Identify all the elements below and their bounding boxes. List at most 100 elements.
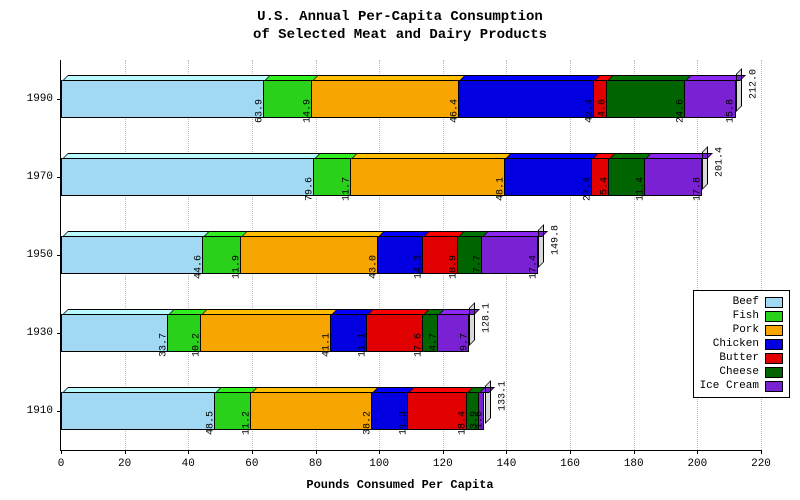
bar-segment-pork: 46.4 <box>312 80 460 118</box>
x-tick-label: 80 <box>309 458 322 470</box>
x-tick <box>188 450 189 454</box>
legend-swatch <box>765 297 783 308</box>
legend-item: Ice Cream <box>700 379 783 393</box>
legend-swatch <box>765 325 783 336</box>
bar-segment-chicken: 42.4 <box>459 80 594 118</box>
bar-segment-chicken: 14.3 <box>378 236 424 274</box>
bar-row: 44.611.943.014.310.97.717.4 <box>61 236 538 274</box>
bar-segment-ice-cream: 9.7 <box>438 314 469 352</box>
legend-label: Chicken <box>713 338 759 350</box>
bar-segment-fish: 11.7 <box>314 158 351 196</box>
row-total-label: 133.1 <box>497 381 508 411</box>
row-total-label: 128.1 <box>481 303 492 333</box>
legend-item: Cheese <box>700 365 783 379</box>
bar-segment-fish: 14.9 <box>264 80 311 118</box>
row-total-label: 201.4 <box>714 147 725 177</box>
gridline <box>570 60 571 450</box>
y-tick-label: 1970 <box>21 171 53 183</box>
bar-segment-butter: 10.9 <box>423 236 458 274</box>
bar-end-cap <box>485 380 491 424</box>
bar-segment-beef: 33.7 <box>61 314 168 352</box>
x-tick <box>125 450 126 454</box>
x-tick <box>443 450 444 454</box>
legend-swatch <box>765 311 783 322</box>
bar-segment-fish: 11.2 <box>215 392 251 430</box>
legend: Beef Fish Pork Chicken Butter Cheese Ice Cream <box>693 290 790 398</box>
legend-swatch <box>765 339 783 350</box>
bar-segment-ice-cream: 15.8 <box>685 80 735 118</box>
x-tick-label: 60 <box>245 458 258 470</box>
legend-swatch <box>765 367 783 378</box>
legend-label: Pork <box>733 324 759 336</box>
bar-end-cap <box>736 68 742 112</box>
x-tick <box>570 450 571 454</box>
x-tick-label: 200 <box>687 458 707 470</box>
x-tick <box>379 450 380 454</box>
x-tick-label: 100 <box>369 458 389 470</box>
bar-segment-pork: 41.1 <box>201 314 332 352</box>
y-tick-label: 1930 <box>21 327 53 339</box>
bar-end-cap <box>538 224 544 268</box>
x-tick-label: 120 <box>433 458 453 470</box>
x-tick <box>252 450 253 454</box>
x-tick <box>697 450 698 454</box>
bar-row: 48.511.238.211.318.43.91.6 <box>61 392 484 430</box>
x-tick <box>61 450 62 454</box>
bar-segment-butter: 17.6 <box>367 314 423 352</box>
y-tick-label: 1910 <box>21 405 53 417</box>
x-tick-label: 40 <box>182 458 195 470</box>
legend-label: Beef <box>733 296 759 308</box>
x-tick-label: 140 <box>497 458 517 470</box>
bar-segment-cheese: 24.6 <box>607 80 685 118</box>
legend-label: Ice Cream <box>700 380 759 392</box>
bar-row: 63.914.946.442.44.024.615.8 <box>61 80 736 118</box>
y-tick-label: 1990 <box>21 93 53 105</box>
x-tick-label: 220 <box>751 458 771 470</box>
bar-segment-butter: 4.0 <box>594 80 607 118</box>
bar-row: 79.611.748.127.45.411.417.8 <box>61 158 702 196</box>
bar-segment-pork: 43.0 <box>241 236 378 274</box>
legend-label: Fish <box>733 310 759 322</box>
gridline <box>634 60 635 450</box>
bar-segment-cheese: 7.7 <box>458 236 483 274</box>
bar-segment-ice-cream: 17.8 <box>645 158 702 196</box>
row-total-label: 149.8 <box>550 225 561 255</box>
bar-segment-pork: 38.2 <box>251 392 373 430</box>
x-axis-label: Pounds Consumed Per Capita <box>306 478 493 492</box>
legend-item: Pork <box>700 323 783 337</box>
bar-segment-fish: 10.2 <box>168 314 200 352</box>
legend-swatch <box>765 353 783 364</box>
legend-swatch <box>765 381 783 392</box>
legend-label: Butter <box>719 352 759 364</box>
bar-segment-beef: 48.5 <box>61 392 215 430</box>
bar-segment-chicken: 27.4 <box>505 158 592 196</box>
legend-item: Chicken <box>700 337 783 351</box>
legend-label: Cheese <box>719 366 759 378</box>
bar-end-cap <box>702 146 708 190</box>
chart-container: U.S. Annual Per-Capita Consumption of Se… <box>0 0 800 500</box>
bar-segment-pork: 48.1 <box>351 158 504 196</box>
legend-item: Fish <box>700 309 783 323</box>
legend-item: Butter <box>700 351 783 365</box>
x-tick <box>761 450 762 454</box>
bar-segment-butter: 18.4 <box>408 392 467 430</box>
bar-end-cap <box>469 302 475 346</box>
bar-segment-cheese: 4.7 <box>423 314 438 352</box>
x-tick-label: 160 <box>560 458 580 470</box>
bar-segment-chicken: 11.1 <box>331 314 366 352</box>
x-tick <box>316 450 317 454</box>
bar-segment-butter: 5.4 <box>592 158 609 196</box>
plot-area: 020406080100120140160180200220199063.914… <box>60 60 761 451</box>
bar-row: 33.710.241.111.117.64.79.7 <box>61 314 469 352</box>
bar-segment-ice-cream: 1.6 <box>479 392 484 430</box>
x-tick <box>634 450 635 454</box>
bar-segment-beef: 79.6 <box>61 158 314 196</box>
bar-segment-beef: 63.9 <box>61 80 264 118</box>
bar-segment-ice-cream: 17.4 <box>482 236 537 274</box>
x-tick-label: 180 <box>624 458 644 470</box>
bar-segment-beef: 44.6 <box>61 236 203 274</box>
x-tick <box>506 450 507 454</box>
y-tick-label: 1950 <box>21 249 53 261</box>
chart-title: U.S. Annual Per-Capita Consumption of Se… <box>0 0 800 44</box>
bar-segment-cheese: 11.4 <box>609 158 645 196</box>
